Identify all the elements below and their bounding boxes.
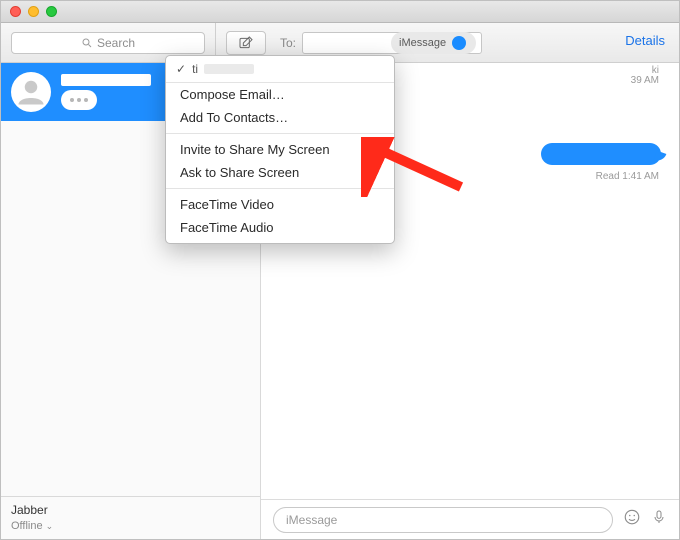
- message-meta: ki 39 AM: [631, 65, 659, 85]
- messages-window: Search To: iMessage Details: [0, 0, 680, 540]
- service-pill[interactable]: iMessage: [391, 32, 476, 54]
- smiley-icon: [623, 508, 641, 526]
- service-label: iMessage: [399, 37, 446, 49]
- contact-dropdown: ✓ ti Compose Email… Add To Contacts… Inv…: [165, 55, 395, 244]
- dropdown-header-name: [204, 64, 254, 74]
- conversation-name: [61, 74, 151, 86]
- outgoing-message-bubble: [541, 143, 661, 165]
- message-input[interactable]: iMessage: [273, 507, 613, 533]
- sidebar-status[interactable]: Jabber Offline ⌄: [1, 496, 260, 539]
- message-placeholder: iMessage: [286, 513, 337, 527]
- speech-bubble-icon: [452, 36, 466, 50]
- search-input[interactable]: Search: [11, 32, 205, 54]
- microphone-icon: [651, 508, 667, 526]
- details-link[interactable]: Details: [625, 33, 665, 48]
- account-name: Jabber: [11, 503, 250, 519]
- traffic-lights: [1, 6, 57, 17]
- titlebar: [1, 1, 679, 23]
- compose-button[interactable]: [226, 31, 266, 55]
- person-icon: [16, 77, 46, 107]
- checkmark-icon: ✓: [176, 62, 186, 76]
- menu-compose-email[interactable]: Compose Email…: [166, 83, 394, 106]
- menu-add-contacts[interactable]: Add To Contacts…: [166, 106, 394, 129]
- menu-facetime-audio[interactable]: FaceTime Audio: [166, 216, 394, 239]
- to-label: To:: [280, 36, 296, 50]
- typing-indicator-icon: [61, 90, 97, 110]
- menu-separator: [166, 133, 394, 134]
- menu-separator: [166, 188, 394, 189]
- audio-message-button[interactable]: [651, 508, 667, 531]
- compose-icon: [238, 35, 254, 51]
- menu-facetime-video[interactable]: FaceTime Video: [166, 193, 394, 216]
- search-icon: [81, 37, 93, 49]
- dropdown-header[interactable]: ✓ ti: [166, 56, 394, 83]
- minimize-window-button[interactable]: [28, 6, 39, 17]
- avatar: [11, 72, 51, 112]
- close-window-button[interactable]: [10, 6, 21, 17]
- input-bar: iMessage: [261, 499, 679, 539]
- read-receipt: Read 1:41 AM: [596, 171, 659, 182]
- fullscreen-window-button[interactable]: [46, 6, 57, 17]
- emoji-button[interactable]: [623, 508, 641, 531]
- search-placeholder: Search: [97, 36, 135, 50]
- chevron-down-icon: ⌄: [46, 521, 54, 531]
- dropdown-header-text: ti: [192, 62, 198, 76]
- account-state: Offline ⌄: [11, 519, 250, 533]
- menu-invite-share-screen[interactable]: Invite to Share My Screen: [166, 138, 394, 161]
- menu-ask-share-screen[interactable]: Ask to Share Screen: [166, 161, 394, 184]
